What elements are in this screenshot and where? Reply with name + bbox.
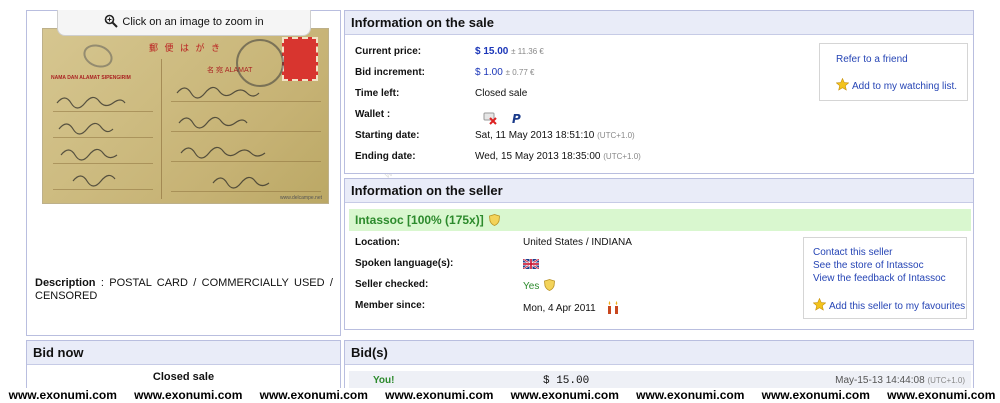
shield-icon — [544, 279, 556, 291]
zoom-hint-label: Click on an image to zoom in — [122, 16, 264, 28]
bids-title: Bid(s) — [345, 341, 973, 365]
star-icon — [813, 298, 826, 311]
item-photo[interactable]: 郵 便 は が き NAMA DAN ALAMAT SIPENGIRIM 名 宛… — [42, 28, 329, 204]
photo-credit: www.delcampe.net — [280, 195, 322, 201]
time-left-value: Closed sale — [475, 88, 528, 99]
sale-info-panel: Information on the sale Current price: $… — [344, 10, 974, 174]
card-unavailable-icon — [483, 112, 497, 125]
sale-info-title: Information on the sale — [345, 11, 973, 35]
watermark-text: www.exonumi.com — [887, 388, 996, 402]
current-price-value: $ 15.00 ± 11.36 € — [475, 46, 544, 57]
add-favourite-seller-link[interactable]: Add this seller to my favourites — [813, 298, 965, 312]
wallet-label: Wallet : — [355, 109, 391, 120]
languages-label: Spoken language(s): — [355, 258, 454, 269]
svg-text:P: P — [512, 112, 521, 125]
member-since-label: Member since: — [355, 300, 426, 311]
watermark-text: www.exonumi.com — [510, 388, 619, 402]
starting-date-value: Sat, 11 May 2013 18:51:10 (UTC+1.0) — [475, 130, 635, 141]
bid-increment-value: $ 1.00 ± 0.77 € — [475, 67, 535, 78]
location-value: United States / INDIANA — [523, 237, 632, 248]
ending-date-value: Wed, 15 May 2013 18:35:00 (UTC+1.0) — [475, 151, 641, 162]
watermark-text: www.exonumi.com — [134, 388, 243, 402]
zoom-hint[interactable]: Click on an image to zoom in — [57, 10, 311, 36]
seller-feedback-link[interactable]: View the feedback of Intassoc — [813, 273, 946, 284]
time-left-label: Time left: — [355, 88, 400, 99]
seller-info-panel: Information on the seller Intassoc [100%… — [344, 178, 974, 330]
current-price-label: Current price: — [355, 46, 422, 57]
location-label: Location: — [355, 237, 400, 248]
handwriting — [56, 86, 270, 189]
starting-date-label: Starting date: — [355, 130, 420, 141]
refer-friend-link[interactable]: Refer to a friend — [836, 54, 908, 65]
watermark-text: www.exonumi.com — [636, 388, 745, 402]
watermark-text: www.exonumi.com — [761, 388, 870, 402]
seller-info-title: Information on the seller — [345, 179, 973, 203]
seller-name-band: Intassoc [100% (175x)] — [349, 209, 971, 231]
magnifier-icon — [105, 14, 119, 28]
seller-checked-value: Yes — [523, 279, 556, 292]
item-image-panel: Click on an image to zoom in 郵 便 は が き N… — [26, 10, 341, 336]
member-since-value: Mon, 4 Apr 2011 — [523, 300, 620, 314]
sale-actions-box: Refer to a friend Add to my watching lis… — [819, 43, 968, 101]
star-icon — [836, 78, 849, 91]
bid-now-title: Bid now — [27, 341, 340, 365]
bid-increment-label: Bid increment: — [355, 67, 426, 78]
watermark-text: www.exonumi.com — [8, 388, 117, 402]
watermark-bar: www.exonumi.com www.exonumi.com www.exonum… — [0, 388, 1000, 403]
seller-name[interactable]: Intassoc [100% (175x)] — [355, 213, 484, 227]
seller-actions-box: Contact this seller See the store of Int… — [803, 237, 967, 319]
paypal-icon: P — [512, 112, 521, 126]
seller-store-link[interactable]: See the store of Intassoc — [813, 260, 924, 271]
wallet-icons: P — [483, 111, 524, 128]
candles-icon — [608, 301, 619, 314]
watermark-text: www.exonumi.com — [259, 388, 368, 402]
add-watchlist-link[interactable]: Add to my watching list. — [836, 78, 957, 92]
bid-status: Closed sale — [152, 371, 215, 383]
item-description: Description : POSTAL CARD / COMMERCIALLY… — [35, 277, 333, 303]
description-label: Description — [35, 277, 96, 289]
contact-seller-link[interactable]: Contact this seller — [813, 247, 892, 258]
seller-checked-label: Seller checked: — [355, 279, 429, 290]
ending-date-label: Ending date: — [355, 151, 416, 162]
shield-icon — [489, 214, 501, 226]
uk-flag-icon — [522, 258, 540, 272]
watermark-text: www.exonumi.com — [385, 388, 494, 402]
